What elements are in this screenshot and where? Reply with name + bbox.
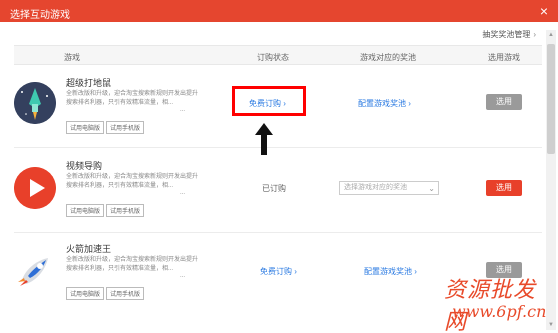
game-description-more: ...	[180, 190, 186, 196]
prize-pool-manage-label: 抽奖奖池管理	[482, 30, 531, 39]
trial-mobile-button[interactable]: 试用手机版	[106, 287, 145, 300]
scroll-up-icon[interactable]: ▲	[546, 32, 556, 38]
game-description: 全新改版和升级，迎合淘宝搜索新规则开发出提升搜索排名利器，只引有效精准流量，相.…	[66, 257, 199, 272]
chevron-down-icon: ⌄	[428, 184, 435, 193]
trial-mobile-button[interactable]: 试用手机版	[106, 121, 145, 134]
column-header-select: 选用游戏	[488, 53, 520, 62]
game-description-more: ...	[180, 273, 186, 279]
table-row: 视频导购 全新改版和升级，迎合淘宝搜索新规则开发出提升搜索排名利器，只引有效精准…	[14, 149, 542, 233]
game-name: 视频导购	[66, 161, 103, 171]
close-icon[interactable]: ×	[540, 3, 548, 19]
trial-desktop-button[interactable]: 试用电脑版	[66, 204, 105, 217]
free-order-label: 免费订购	[260, 267, 292, 276]
prize-pool-select[interactable]: 选择游戏对应的奖池 ⌄	[339, 181, 439, 195]
prize-pool-manage-link[interactable]: 抽奖奖池管理 ›	[482, 29, 536, 40]
configure-prize-pool-link[interactable]: 配置游戏奖池 ›	[358, 98, 411, 109]
trial-desktop-button[interactable]: 试用电脑版	[66, 121, 105, 134]
trial-desktop-button[interactable]: 试用电脑版	[66, 287, 105, 300]
trial-tags: 试用电脑版 试用手机版	[66, 121, 146, 134]
rocket-icon	[14, 250, 56, 292]
configure-prize-pool-label: 配置游戏奖池	[364, 267, 412, 276]
play-icon	[14, 167, 56, 209]
window-titlebar: 选择互动游戏 ×	[0, 0, 558, 22]
chevron-right-icon: ›	[414, 267, 417, 276]
annotation-arrow-up-icon	[255, 123, 273, 155]
table-header: 游戏 订购状态 游戏对应的奖池 选用游戏	[14, 45, 542, 65]
select-game-button[interactable]: 选用	[486, 180, 522, 196]
trial-tags: 试用电脑版 试用手机版	[66, 204, 146, 217]
game-description-more: ...	[180, 107, 186, 113]
annotation-highlight-box	[232, 86, 306, 116]
configure-prize-pool-link[interactable]: 配置游戏奖池 ›	[364, 266, 417, 277]
trial-mobile-button[interactable]: 试用手机版	[106, 204, 145, 217]
free-order-link[interactable]: 免费订购 ›	[260, 266, 297, 277]
chevron-right-icon: ›	[408, 99, 411, 108]
column-header-order-status: 订购状态	[257, 53, 289, 62]
window-title: 选择互动游戏	[10, 10, 70, 21]
select-game-button[interactable]: 选用	[486, 94, 522, 110]
rocket-ship-icon	[14, 82, 56, 124]
trial-tags: 试用电脑版 试用手机版	[66, 287, 146, 300]
column-header-game: 游戏	[64, 53, 80, 62]
game-description: 全新改版和升级，迎合淘宝搜索新规则开发出提升搜索排名利器，只引有效精准流量，相.…	[66, 174, 199, 189]
watermark: 资源批发网 www.6pf.cn	[444, 272, 556, 333]
column-header-prize-pool: 游戏对应的奖池	[360, 53, 416, 62]
game-name: 超级打地鼠	[66, 78, 112, 88]
chevron-right-icon: ›	[533, 30, 536, 39]
prize-pool-select-placeholder: 选择游戏对应的奖池	[344, 184, 407, 191]
watermark-url: www.6pf.cn	[452, 302, 547, 321]
order-status-text: 已订购	[262, 184, 286, 193]
scrollbar-thumb[interactable]	[547, 44, 555, 154]
chevron-right-icon: ›	[294, 267, 297, 276]
game-name: 火箭加速王	[66, 244, 112, 254]
configure-prize-pool-label: 配置游戏奖池	[358, 99, 406, 108]
game-description: 全新改版和升级，迎合淘宝搜索新规则开发出提升搜索排名利器，只引有效精准流量，相.…	[66, 91, 199, 106]
